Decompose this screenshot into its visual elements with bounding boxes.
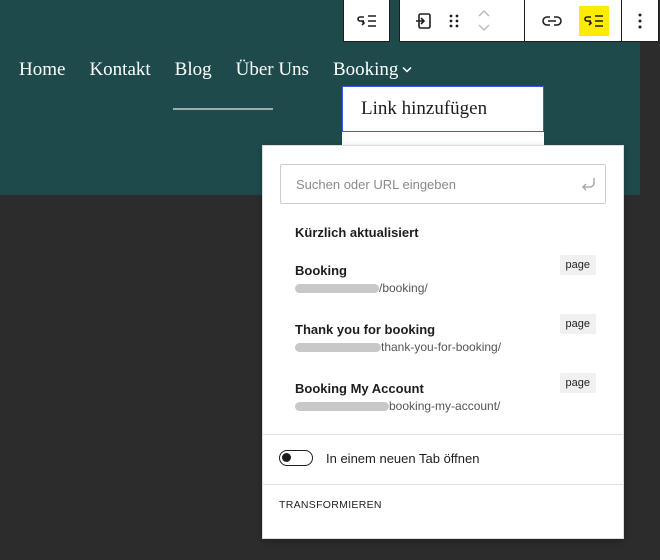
enter-icon[interactable] (579, 175, 597, 198)
add-submenu-icon[interactable] (579, 5, 609, 36)
result-url: thank-you-for-booking/ (295, 340, 501, 354)
search-result-booking[interactable]: Booking /booking/ page (279, 255, 609, 313)
result-type-badge: page (559, 255, 596, 275)
nav-item-booking-label: Booking (332, 59, 399, 80)
toolbar-link-group (525, 0, 622, 41)
chevron-down-icon (402, 58, 412, 82)
more-options-icon[interactable] (625, 6, 655, 36)
nav-item-kontakt[interactable]: Kontakt (89, 58, 150, 82)
new-tab-label: In einem neuen Tab öffnen (326, 450, 480, 466)
submenu-icon[interactable] (352, 6, 382, 36)
new-tab-setting: In einem neuen Tab öffnen (279, 450, 479, 466)
result-type-badge: page (559, 314, 596, 334)
result-url: booking-my-account/ (295, 399, 500, 413)
result-url: /booking/ (295, 281, 428, 295)
new-tab-toggle[interactable] (279, 450, 313, 466)
search-result-my-account[interactable]: Booking My Account booking-my-account/ p… (279, 373, 609, 431)
nav-item-booking[interactable]: Booking (333, 58, 412, 82)
redacted-url-prefix (295, 402, 389, 412)
nav-item-blog[interactable]: Blog (175, 58, 212, 82)
toggle-knob (282, 453, 291, 462)
result-title: Booking (295, 263, 347, 278)
search-input[interactable] (281, 165, 566, 203)
divider (263, 434, 623, 435)
drag-handle-icon[interactable] (439, 6, 469, 36)
transform-heading: TRANSFORMIEREN (279, 499, 382, 511)
result-title: Booking My Account (295, 381, 424, 396)
link-control-popover: Kürzlich aktualisiert Booking /booking/ … (262, 145, 624, 539)
redacted-url-prefix (295, 343, 381, 353)
move-up-icon[interactable] (477, 9, 491, 18)
recent-heading: Kürzlich aktualisiert (295, 225, 419, 240)
nav-hover-underline (173, 108, 273, 110)
result-title: Thank you for booking (295, 322, 436, 337)
navigation-menu: Home Kontakt Blog Über Uns Booking (19, 58, 436, 82)
search-field (280, 164, 606, 204)
transform-icon[interactable] (409, 6, 439, 36)
mover-buttons (469, 6, 499, 36)
result-type-badge: page (559, 373, 596, 393)
nav-item-home[interactable]: Home (19, 58, 65, 82)
submenu-add-link[interactable]: Link hinzufügen (342, 86, 544, 132)
block-toolbar-parent (343, 0, 390, 42)
toolbar-options-group (622, 0, 658, 41)
divider (263, 484, 623, 485)
submenu-body (342, 132, 544, 146)
redacted-url-prefix (295, 284, 379, 294)
toolbar-move-group (400, 0, 525, 41)
link-icon[interactable] (537, 6, 567, 36)
block-toolbar (399, 0, 659, 42)
move-down-icon[interactable] (477, 23, 491, 32)
search-result-thank-you[interactable]: Thank you for booking thank-you-for-book… (279, 314, 609, 372)
nav-item-ueber-uns[interactable]: Über Uns (236, 58, 309, 82)
